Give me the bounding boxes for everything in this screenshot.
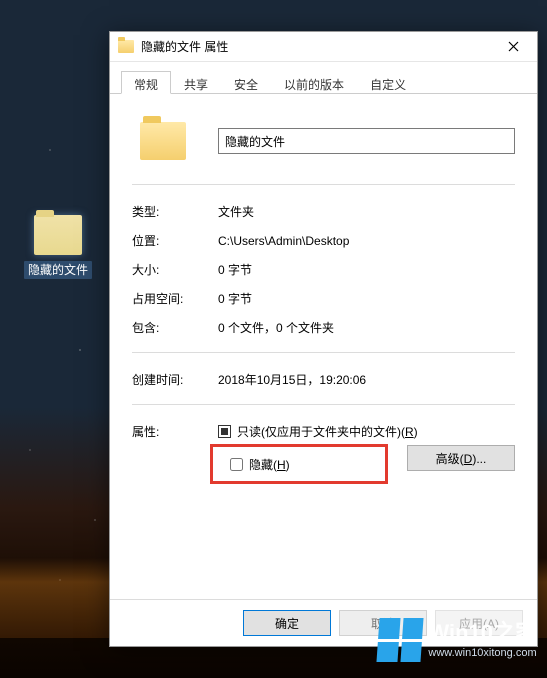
folder-name-input[interactable] xyxy=(218,128,515,154)
readonly-label: 只读(仅应用于文件夹中的文件)(R) xyxy=(237,423,418,440)
dialog-content: 类型: 文件夹 位置: C:\Users\Admin\Desktop 大小: 0… xyxy=(110,94,537,599)
folder-icon xyxy=(118,40,134,53)
disk-value: 0 字节 xyxy=(218,290,515,307)
watermark-brand: Win10之家 xyxy=(428,620,537,646)
tab-sharing[interactable]: 共享 xyxy=(171,71,221,94)
size-value: 0 字节 xyxy=(218,261,515,278)
watermark-url: www.win10xitong.com xyxy=(428,647,537,660)
created-label: 创建时间: xyxy=(132,371,218,388)
folder-icon xyxy=(34,215,82,255)
tab-security[interactable]: 安全 xyxy=(221,71,271,94)
properties-dialog: 隐藏的文件 属性 常规 共享 安全 以前的版本 自定义 类型: 文件夹 位置: … xyxy=(109,31,538,647)
advanced-button[interactable]: 高级(D)... xyxy=(407,445,515,471)
desktop-folder-icon[interactable]: 隐藏的文件 xyxy=(20,215,96,278)
titlebar[interactable]: 隐藏的文件 属性 xyxy=(110,32,537,62)
hidden-checkbox-row[interactable]: 隐藏(H) xyxy=(218,450,318,479)
contains-value: 0 个文件，0 个文件夹 xyxy=(218,319,515,336)
hidden-label: 隐藏(H) xyxy=(249,456,290,473)
attributes-label: 属性: xyxy=(132,423,218,440)
tab-customize[interactable]: 自定义 xyxy=(357,71,419,94)
tab-row: 常规 共享 安全 以前的版本 自定义 xyxy=(110,68,537,94)
watermark: Win10之家 www.win10xitong.com xyxy=(378,618,537,662)
dialog-title: 隐藏的文件 属性 xyxy=(141,38,491,55)
location-value: C:\Users\Admin\Desktop xyxy=(218,234,515,248)
contains-label: 包含: xyxy=(132,319,218,336)
created-value: 2018年10月15日，19:20:06 xyxy=(218,371,515,388)
type-value: 文件夹 xyxy=(218,203,515,220)
tab-previous-versions[interactable]: 以前的版本 xyxy=(271,71,357,94)
size-label: 大小: xyxy=(132,261,218,278)
tab-general[interactable]: 常规 xyxy=(121,71,171,94)
close-button[interactable] xyxy=(491,33,535,61)
desktop-icon-label: 隐藏的文件 xyxy=(24,261,92,279)
ok-button[interactable]: 确定 xyxy=(243,610,331,636)
disk-label: 占用空间: xyxy=(132,290,218,307)
readonly-checkbox-row[interactable]: 只读(仅应用于文件夹中的文件)(R) xyxy=(218,423,418,440)
type-label: 类型: xyxy=(132,203,218,220)
folder-large-icon xyxy=(140,122,186,160)
hidden-checkbox[interactable] xyxy=(230,458,243,471)
windows-logo-icon xyxy=(377,618,424,662)
location-label: 位置: xyxy=(132,232,218,249)
readonly-checkbox[interactable] xyxy=(218,425,231,438)
